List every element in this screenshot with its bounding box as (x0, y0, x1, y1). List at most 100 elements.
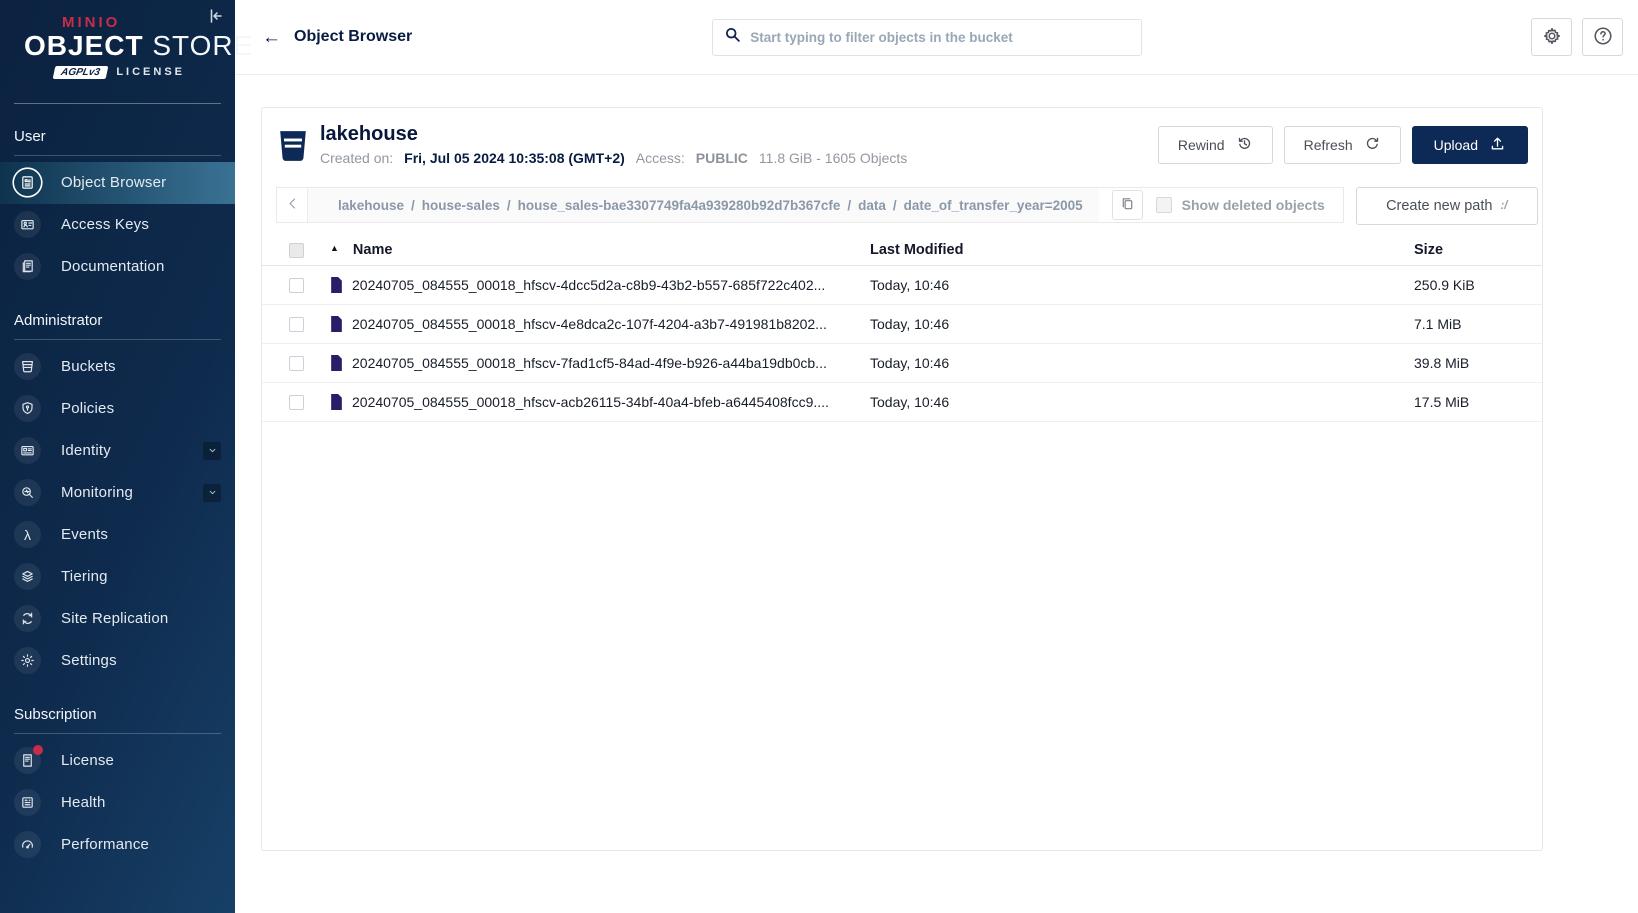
monitoring-icon (14, 479, 41, 506)
help-button[interactable] (1582, 18, 1623, 56)
search-icon (724, 26, 741, 48)
table-header: ▲ Name Last Modified Size (262, 235, 1542, 266)
path-segment[interactable]: date_of_transfer_year=2005 (904, 198, 1083, 213)
rewind-button[interactable]: Rewind (1158, 126, 1273, 164)
bucket-header: lakehouse Created on: Fri, Jul 05 2024 1… (262, 108, 1542, 178)
select-all-checkbox[interactable] (289, 243, 304, 258)
gear-icon (1542, 26, 1562, 49)
create-new-path-button[interactable]: Create new path :/ (1356, 187, 1538, 225)
sidebar-item-site-replication[interactable]: Site Replication (0, 598, 235, 640)
sidebar-item-documentation[interactable]: Documentation (0, 246, 235, 288)
bucket-info: lakehouse Created on: Fri, Jul 05 2024 1… (320, 123, 907, 166)
sidebar-item-object-browser[interactable]: Object Browser (0, 162, 235, 204)
column-header-name[interactable]: Name (353, 242, 393, 258)
object-name[interactable]: 20240705_084555_00018_hfscv-7fad1cf5-84a… (352, 355, 827, 371)
site-replication-icon (14, 605, 41, 632)
table-row[interactable]: 20240705_084555_00018_hfscv-4dcc5d2a-c8b… (262, 266, 1542, 305)
new-path-icon: :/ (1500, 200, 1507, 212)
object-size: 7.1 MiB (1414, 316, 1524, 332)
table-row[interactable]: 20240705_084555_00018_hfscv-4e8dca2c-107… (262, 305, 1542, 344)
sidebar: MINIO OBJECT STORE AGPLv3 LICENSE User Ob… (0, 0, 235, 913)
table-row[interactable]: 20240705_084555_00018_hfscv-7fad1cf5-84a… (262, 344, 1542, 383)
agpl-badge: AGPLv3 (53, 66, 109, 79)
object-name[interactable]: 20240705_084555_00018_hfscv-acb26115-34b… (352, 394, 829, 410)
tiering-icon (14, 563, 41, 590)
license-icon (14, 747, 41, 774)
sidebar-item-monitoring[interactable]: Monitoring (0, 472, 235, 514)
path-segment[interactable]: house_sales-bae3307749fa4a939280b92d7b36… (518, 198, 841, 213)
row-checkbox[interactable] (289, 317, 304, 332)
refresh-button[interactable]: Refresh (1284, 126, 1401, 164)
performance-icon (14, 831, 41, 858)
object-name[interactable]: 20240705_084555_00018_hfscv-4e8dca2c-107… (352, 316, 827, 332)
object-modified: Today, 10:46 (870, 277, 1414, 293)
back-button[interactable]: ← (262, 28, 281, 47)
access-value: PUBLIC (696, 150, 748, 166)
minio-logo: MINIO OBJECT STORE AGPLv3 LICENSE (0, 0, 235, 95)
path-segment[interactable]: lakehouse (338, 198, 404, 213)
upload-icon (1489, 135, 1506, 155)
column-header-modified[interactable]: Last Modified (870, 242, 1414, 258)
object-modified: Today, 10:46 (870, 316, 1414, 332)
sidebar-item-tiering[interactable]: Tiering (0, 556, 235, 598)
path-segment[interactable]: house-sales (422, 198, 500, 213)
sort-asc-icon[interactable]: ▲ (330, 243, 339, 253)
object-modified: Today, 10:46 (870, 394, 1414, 410)
show-deleted-checkbox[interactable] (1156, 197, 1172, 213)
sidebar-collapse-button[interactable] (205, 6, 225, 26)
product-wordmark: OBJECT STORE (24, 31, 221, 62)
sidebar-item-access-keys[interactable]: Access Keys (0, 204, 235, 246)
path-back-button[interactable] (277, 188, 307, 222)
sidebar-item-settings[interactable]: Settings (0, 640, 235, 682)
show-deleted-toggle[interactable]: Show deleted objects (1156, 197, 1343, 213)
table-row[interactable]: 20240705_084555_00018_hfscv-acb26115-34b… (262, 383, 1542, 422)
sidebar-item-buckets[interactable]: Buckets (0, 346, 235, 388)
path-segment[interactable]: data (858, 198, 886, 213)
chevron-down-icon[interactable] (203, 442, 221, 460)
chevron-left-icon (286, 197, 299, 213)
license-badge: AGPLv3 LICENSE (54, 66, 185, 79)
object-browser-icon (14, 169, 41, 196)
settings-button[interactable] (1531, 18, 1572, 56)
created-value: Fri, Jul 05 2024 10:35:08 (GMT+2) (404, 150, 625, 166)
sidebar-item-policies[interactable]: Policies (0, 388, 235, 430)
object-size: 39.8 MiB (1414, 355, 1524, 371)
policies-icon (14, 395, 41, 422)
upload-button[interactable]: Upload (1412, 126, 1528, 164)
sidebar-section-subscription: Subscription (0, 682, 235, 733)
topbar: ← Object Browser (235, 0, 1638, 75)
divider (14, 733, 221, 734)
row-checkbox[interactable] (289, 278, 304, 293)
sidebar-item-events[interactable]: λEvents (0, 514, 235, 556)
object-modified: Today, 10:46 (870, 355, 1414, 371)
help-icon (1593, 26, 1613, 49)
sidebar-item-identity[interactable]: Identity (0, 430, 235, 472)
column-header-size[interactable]: Size (1414, 242, 1524, 258)
copy-icon (1120, 196, 1135, 214)
row-checkbox[interactable] (289, 356, 304, 371)
sidebar-section-user: User (0, 104, 235, 155)
sidebar-item-health[interactable]: Health (0, 782, 235, 824)
identity-icon (14, 437, 41, 464)
page-title: Object Browser (294, 28, 412, 46)
search-input[interactable] (750, 30, 1130, 45)
bucket-meta: Created on: Fri, Jul 05 2024 10:35:08 (G… (320, 150, 907, 166)
copy-path-button[interactable] (1112, 190, 1143, 220)
chevron-down-icon[interactable] (203, 484, 221, 502)
path-bar: lakehouse / house-sales / house_sales-bae330… (276, 187, 1344, 223)
object-size: 17.5 MiB (1414, 394, 1524, 410)
row-checkbox[interactable] (289, 395, 304, 410)
bucket-panel: lakehouse Created on: Fri, Jul 05 2024 1… (261, 107, 1543, 851)
bucket-icon (279, 130, 307, 162)
file-icon (330, 394, 343, 410)
notification-dot (33, 745, 43, 755)
file-icon (330, 355, 343, 371)
path-separator: / (893, 198, 897, 213)
sidebar-item-license[interactable]: License (0, 740, 235, 782)
path-separator: / (411, 198, 415, 213)
object-size: 250.9 KiB (1414, 277, 1524, 293)
access-keys-icon (14, 211, 41, 238)
sidebar-item-performance[interactable]: Performance (0, 824, 235, 866)
object-name[interactable]: 20240705_084555_00018_hfscv-4dcc5d2a-c8b… (352, 277, 825, 293)
breadcrumb: lakehouse / house-sales / house_sales-bae330… (307, 188, 1099, 222)
